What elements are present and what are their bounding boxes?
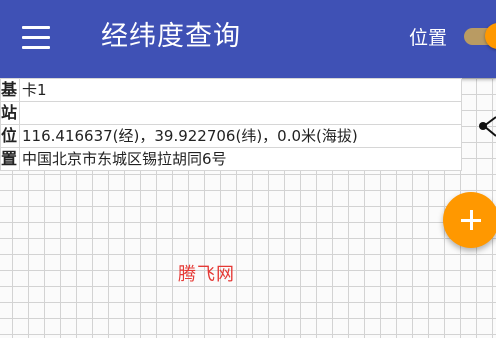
menu-icon[interactable] xyxy=(22,26,52,50)
share-icon[interactable] xyxy=(474,114,496,142)
page-title: 经纬度查询 xyxy=(101,21,241,52)
add-fab-button[interactable] xyxy=(443,192,496,248)
table-row: 置 中国北京市东城区锡拉胡同6号 xyxy=(0,147,462,171)
station-value: 卡1 xyxy=(19,78,462,102)
station-label-top: 基 xyxy=(0,78,20,102)
app-bar: 经纬度查询 位置 xyxy=(0,0,496,78)
station-label-bottom: 站 xyxy=(0,101,20,125)
watermark: 腾飞网 xyxy=(178,264,235,285)
table-row: 基 卡1 xyxy=(0,78,462,102)
position-toggle-label: 位置 xyxy=(409,27,448,49)
station-empty-cell xyxy=(19,101,462,125)
coordinates-value: 116.416637(经)，39.922706(纬)，0.0米(海拔) xyxy=(19,124,462,148)
location-info-table: 基 卡1 站 位 116.416637(经)，39.922706(纬)，0.0米… xyxy=(0,78,462,171)
position-label-top: 位 xyxy=(0,124,20,148)
table-row: 位 116.416637(经)，39.922706(纬)，0.0米(海拔) xyxy=(0,124,462,148)
position-label-bottom: 置 xyxy=(0,147,20,171)
position-toggle-thumb[interactable] xyxy=(485,23,496,49)
table-row: 站 xyxy=(0,101,462,125)
address-value: 中国北京市东城区锡拉胡同6号 xyxy=(19,147,462,171)
